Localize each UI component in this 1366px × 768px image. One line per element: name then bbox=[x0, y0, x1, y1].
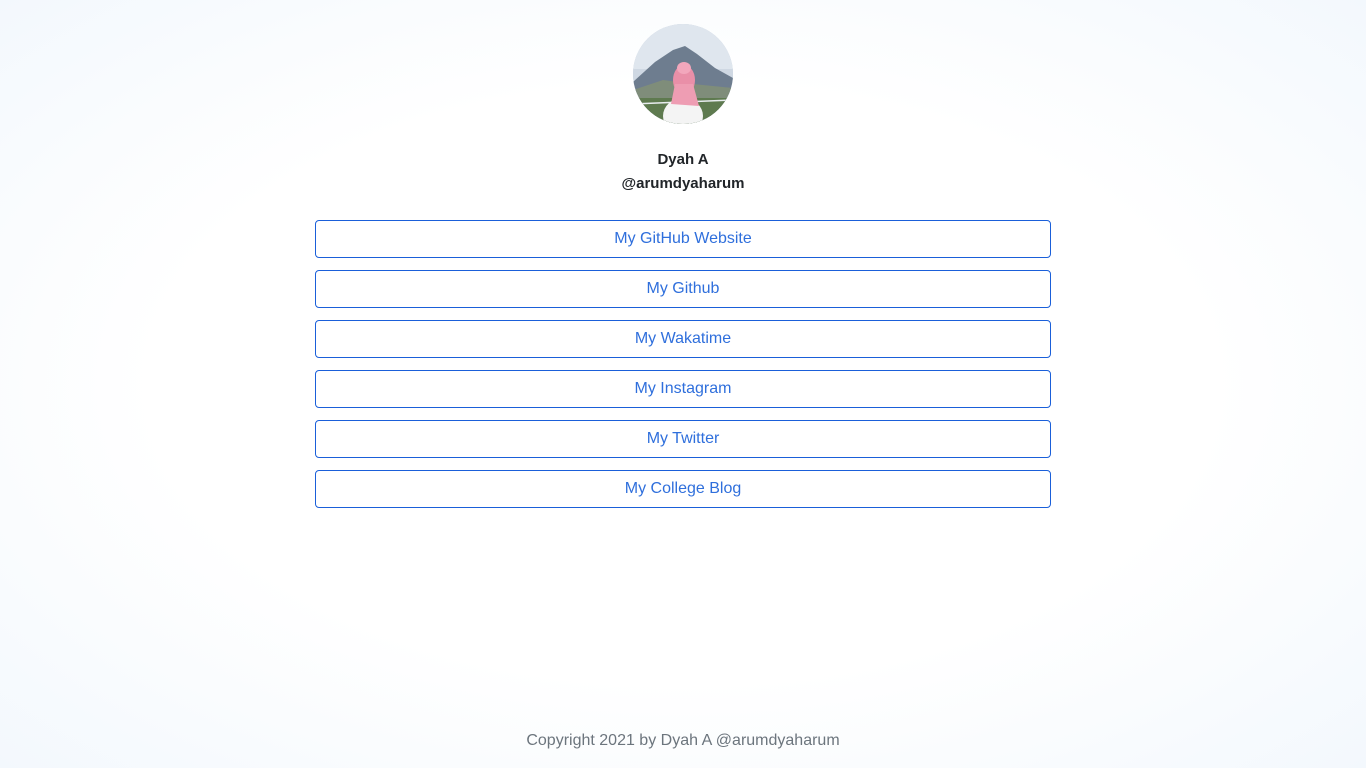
profile-handle: @arumdyaharum bbox=[621, 175, 745, 192]
instagram-link[interactable]: My Instagram bbox=[315, 370, 1051, 408]
github-link[interactable]: My Github bbox=[315, 270, 1051, 308]
twitter-link[interactable]: My Twitter bbox=[315, 420, 1051, 458]
profile-name: Dyah A bbox=[657, 151, 709, 168]
footer-copyright: Copyright 2021 by Dyah A @arumdyaharum bbox=[526, 732, 840, 749]
college-blog-link[interactable]: My College Blog bbox=[315, 470, 1051, 508]
avatar-photo bbox=[633, 24, 733, 124]
avatar bbox=[633, 24, 733, 124]
github-website-link[interactable]: My GitHub Website bbox=[315, 220, 1051, 258]
link-list: My GitHub Website My Github My Wakatime … bbox=[315, 220, 1051, 520]
wakatime-link[interactable]: My Wakatime bbox=[315, 320, 1051, 358]
